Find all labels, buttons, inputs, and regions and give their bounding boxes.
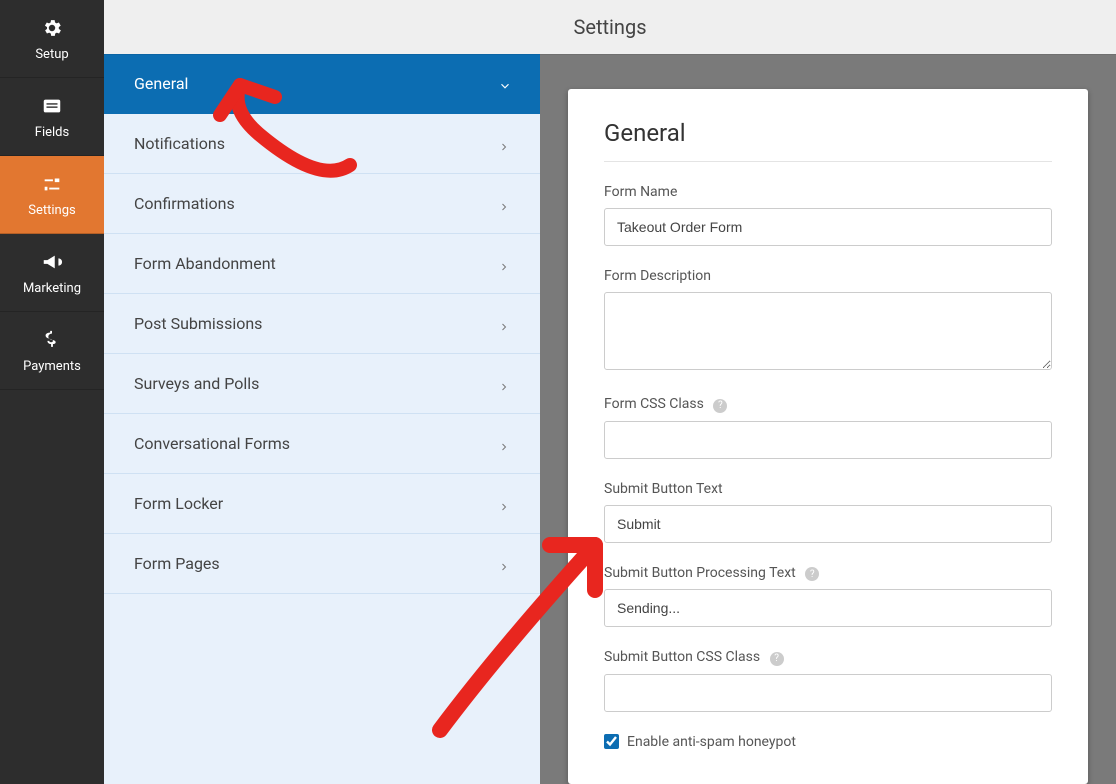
nav-label: Fields <box>35 125 69 140</box>
settings-item-label: General <box>134 74 188 93</box>
bullhorn-icon <box>39 249 65 275</box>
chevron-right-icon <box>498 258 510 270</box>
sliders-icon <box>39 171 65 197</box>
field-submit-css-class: Submit Button CSS Class ? <box>604 649 1052 712</box>
field-submit-processing: Submit Button Processing Text ? <box>604 565 1052 628</box>
input-form-css-class[interactable] <box>604 421 1052 459</box>
settings-menu: General Notifications Confirmations Form… <box>104 54 540 784</box>
form-icon <box>39 93 65 119</box>
field-submit-text: Submit Button Text <box>604 481 1052 543</box>
chevron-down-icon <box>498 78 510 90</box>
chevron-right-icon <box>498 138 510 150</box>
label-antispam: Enable anti-spam honeypot <box>627 734 796 750</box>
label-submit-css-class: Submit Button CSS Class ? <box>604 649 1052 666</box>
label-submit-processing: Submit Button Processing Text ? <box>604 565 1052 582</box>
input-submit-processing[interactable] <box>604 589 1052 627</box>
settings-item-label: Form Locker <box>134 494 223 513</box>
field-form-name: Form Name <box>604 184 1052 246</box>
help-icon[interactable]: ? <box>770 652 784 666</box>
settings-item-surveys[interactable]: Surveys and Polls <box>104 354 540 414</box>
chevron-right-icon <box>498 498 510 510</box>
chevron-right-icon <box>498 378 510 390</box>
input-submit-css-class[interactable] <box>604 674 1052 712</box>
settings-item-post-submissions[interactable]: Post Submissions <box>104 294 540 354</box>
panel-heading: General <box>604 119 1052 162</box>
gear-icon <box>39 15 65 41</box>
dollar-icon <box>39 327 65 353</box>
label-form-name: Form Name <box>604 184 1052 200</box>
nav-label: Settings <box>28 203 75 218</box>
settings-item-label: Confirmations <box>134 194 235 213</box>
field-form-css-class: Form CSS Class ? <box>604 396 1052 459</box>
field-antispam: Enable anti-spam honeypot <box>604 734 1052 750</box>
field-form-description: Form Description <box>604 268 1052 374</box>
settings-item-label: Form Pages <box>134 554 220 573</box>
input-form-name[interactable] <box>604 208 1052 246</box>
primary-nav: Setup Fields Settings Marketing Payments <box>0 0 104 784</box>
general-panel: General Form Name Form Description Form … <box>568 89 1088 784</box>
settings-item-label: Conversational Forms <box>134 434 290 453</box>
label-form-description: Form Description <box>604 268 1052 284</box>
label-text: Submit Button CSS Class <box>604 649 760 665</box>
chevron-right-icon <box>498 438 510 450</box>
settings-item-label: Post Submissions <box>134 314 262 333</box>
settings-item-label: Surveys and Polls <box>134 374 259 393</box>
nav-label: Setup <box>35 47 68 62</box>
nav-label: Payments <box>23 359 81 374</box>
label-form-css-class: Form CSS Class ? <box>604 396 1052 413</box>
textarea-form-description[interactable] <box>604 292 1052 370</box>
help-icon[interactable]: ? <box>713 399 727 413</box>
chevron-right-icon <box>498 318 510 330</box>
settings-item-confirmations[interactable]: Confirmations <box>104 174 540 234</box>
page-title: Settings <box>573 15 646 39</box>
settings-item-label: Notifications <box>134 134 225 153</box>
settings-item-notifications[interactable]: Notifications <box>104 114 540 174</box>
nav-setup[interactable]: Setup <box>0 0 104 78</box>
label-submit-text: Submit Button Text <box>604 481 1052 497</box>
chevron-right-icon <box>498 558 510 570</box>
input-submit-text[interactable] <box>604 505 1052 543</box>
settings-item-conversational[interactable]: Conversational Forms <box>104 414 540 474</box>
settings-item-general[interactable]: General <box>104 54 540 114</box>
nav-marketing[interactable]: Marketing <box>0 234 104 312</box>
help-icon[interactable]: ? <box>805 567 819 581</box>
settings-item-form-pages[interactable]: Form Pages <box>104 534 540 594</box>
chevron-right-icon <box>498 198 510 210</box>
content-area: General Form Name Form Description Form … <box>540 54 1116 784</box>
checkbox-antispam[interactable] <box>604 734 619 749</box>
nav-fields[interactable]: Fields <box>0 78 104 156</box>
nav-label: Marketing <box>23 281 81 296</box>
settings-item-form-locker[interactable]: Form Locker <box>104 474 540 534</box>
nav-payments[interactable]: Payments <box>0 312 104 390</box>
label-text: Form CSS Class <box>604 396 704 412</box>
topbar: Settings <box>104 0 1116 54</box>
label-text: Submit Button Processing Text <box>604 565 796 581</box>
settings-item-label: Form Abandonment <box>134 254 276 273</box>
nav-settings[interactable]: Settings <box>0 156 104 234</box>
settings-item-abandonment[interactable]: Form Abandonment <box>104 234 540 294</box>
